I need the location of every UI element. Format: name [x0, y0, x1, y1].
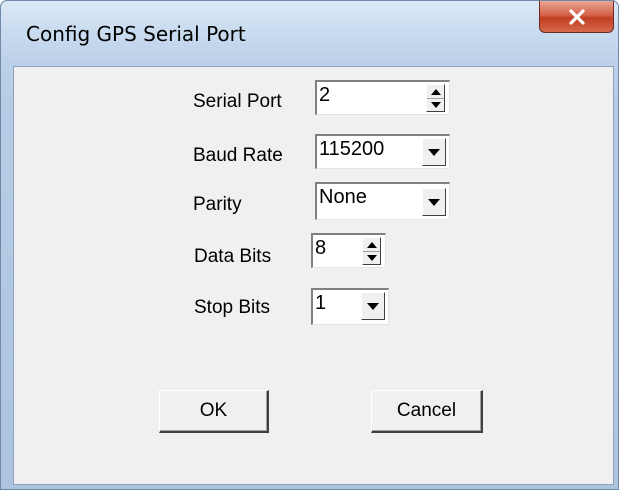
baud-rate-dropdown[interactable]: 115200	[315, 134, 450, 169]
data-bits-spin-buttons[interactable]	[362, 237, 381, 265]
data-bits-spinner[interactable]: 8	[311, 233, 386, 268]
chevron-down-icon[interactable]	[422, 188, 446, 216]
dialog-window: Config GPS Serial Port Serial Port 2 Bau…	[0, 0, 619, 490]
window-title: Config GPS Serial Port	[26, 22, 246, 46]
stop-bits-label: Stop Bits	[194, 297, 271, 318]
spin-down-arrow-icon[interactable]	[427, 98, 444, 111]
serial-port-label: Serial Port	[193, 91, 282, 112]
stop-bits-value: 1	[315, 292, 327, 314]
data-bits-value: 8	[315, 237, 327, 259]
parity-dropdown[interactable]: None	[315, 182, 450, 220]
chevron-down-icon[interactable]	[422, 138, 446, 166]
cancel-button[interactable]: Cancel	[371, 390, 483, 433]
title-bar[interactable]: Config GPS Serial Port	[1, 1, 618, 63]
spin-down-arrow-icon[interactable]	[363, 251, 380, 264]
spin-up-arrow-icon[interactable]	[363, 238, 380, 252]
baud-rate-label: Baud Rate	[193, 145, 283, 166]
baud-rate-value: 115200	[319, 138, 385, 160]
close-icon	[568, 8, 585, 25]
parity-value: None	[319, 186, 367, 208]
serial-port-spin-buttons[interactable]	[426, 84, 445, 112]
serial-port-spinner[interactable]: 2	[315, 80, 450, 115]
close-button[interactable]	[539, 1, 614, 33]
data-bits-label: Data Bits	[194, 246, 272, 267]
parity-label: Parity	[193, 194, 242, 215]
spin-up-arrow-icon[interactable]	[427, 85, 444, 99]
dialog-client-area: Serial Port 2 Baud Rate 115200 Parity No…	[13, 66, 614, 485]
chevron-down-icon[interactable]	[361, 292, 385, 320]
serial-port-value: 2	[319, 84, 331, 106]
ok-button[interactable]: OK	[159, 390, 269, 433]
stop-bits-dropdown[interactable]: 1	[311, 288, 389, 325]
